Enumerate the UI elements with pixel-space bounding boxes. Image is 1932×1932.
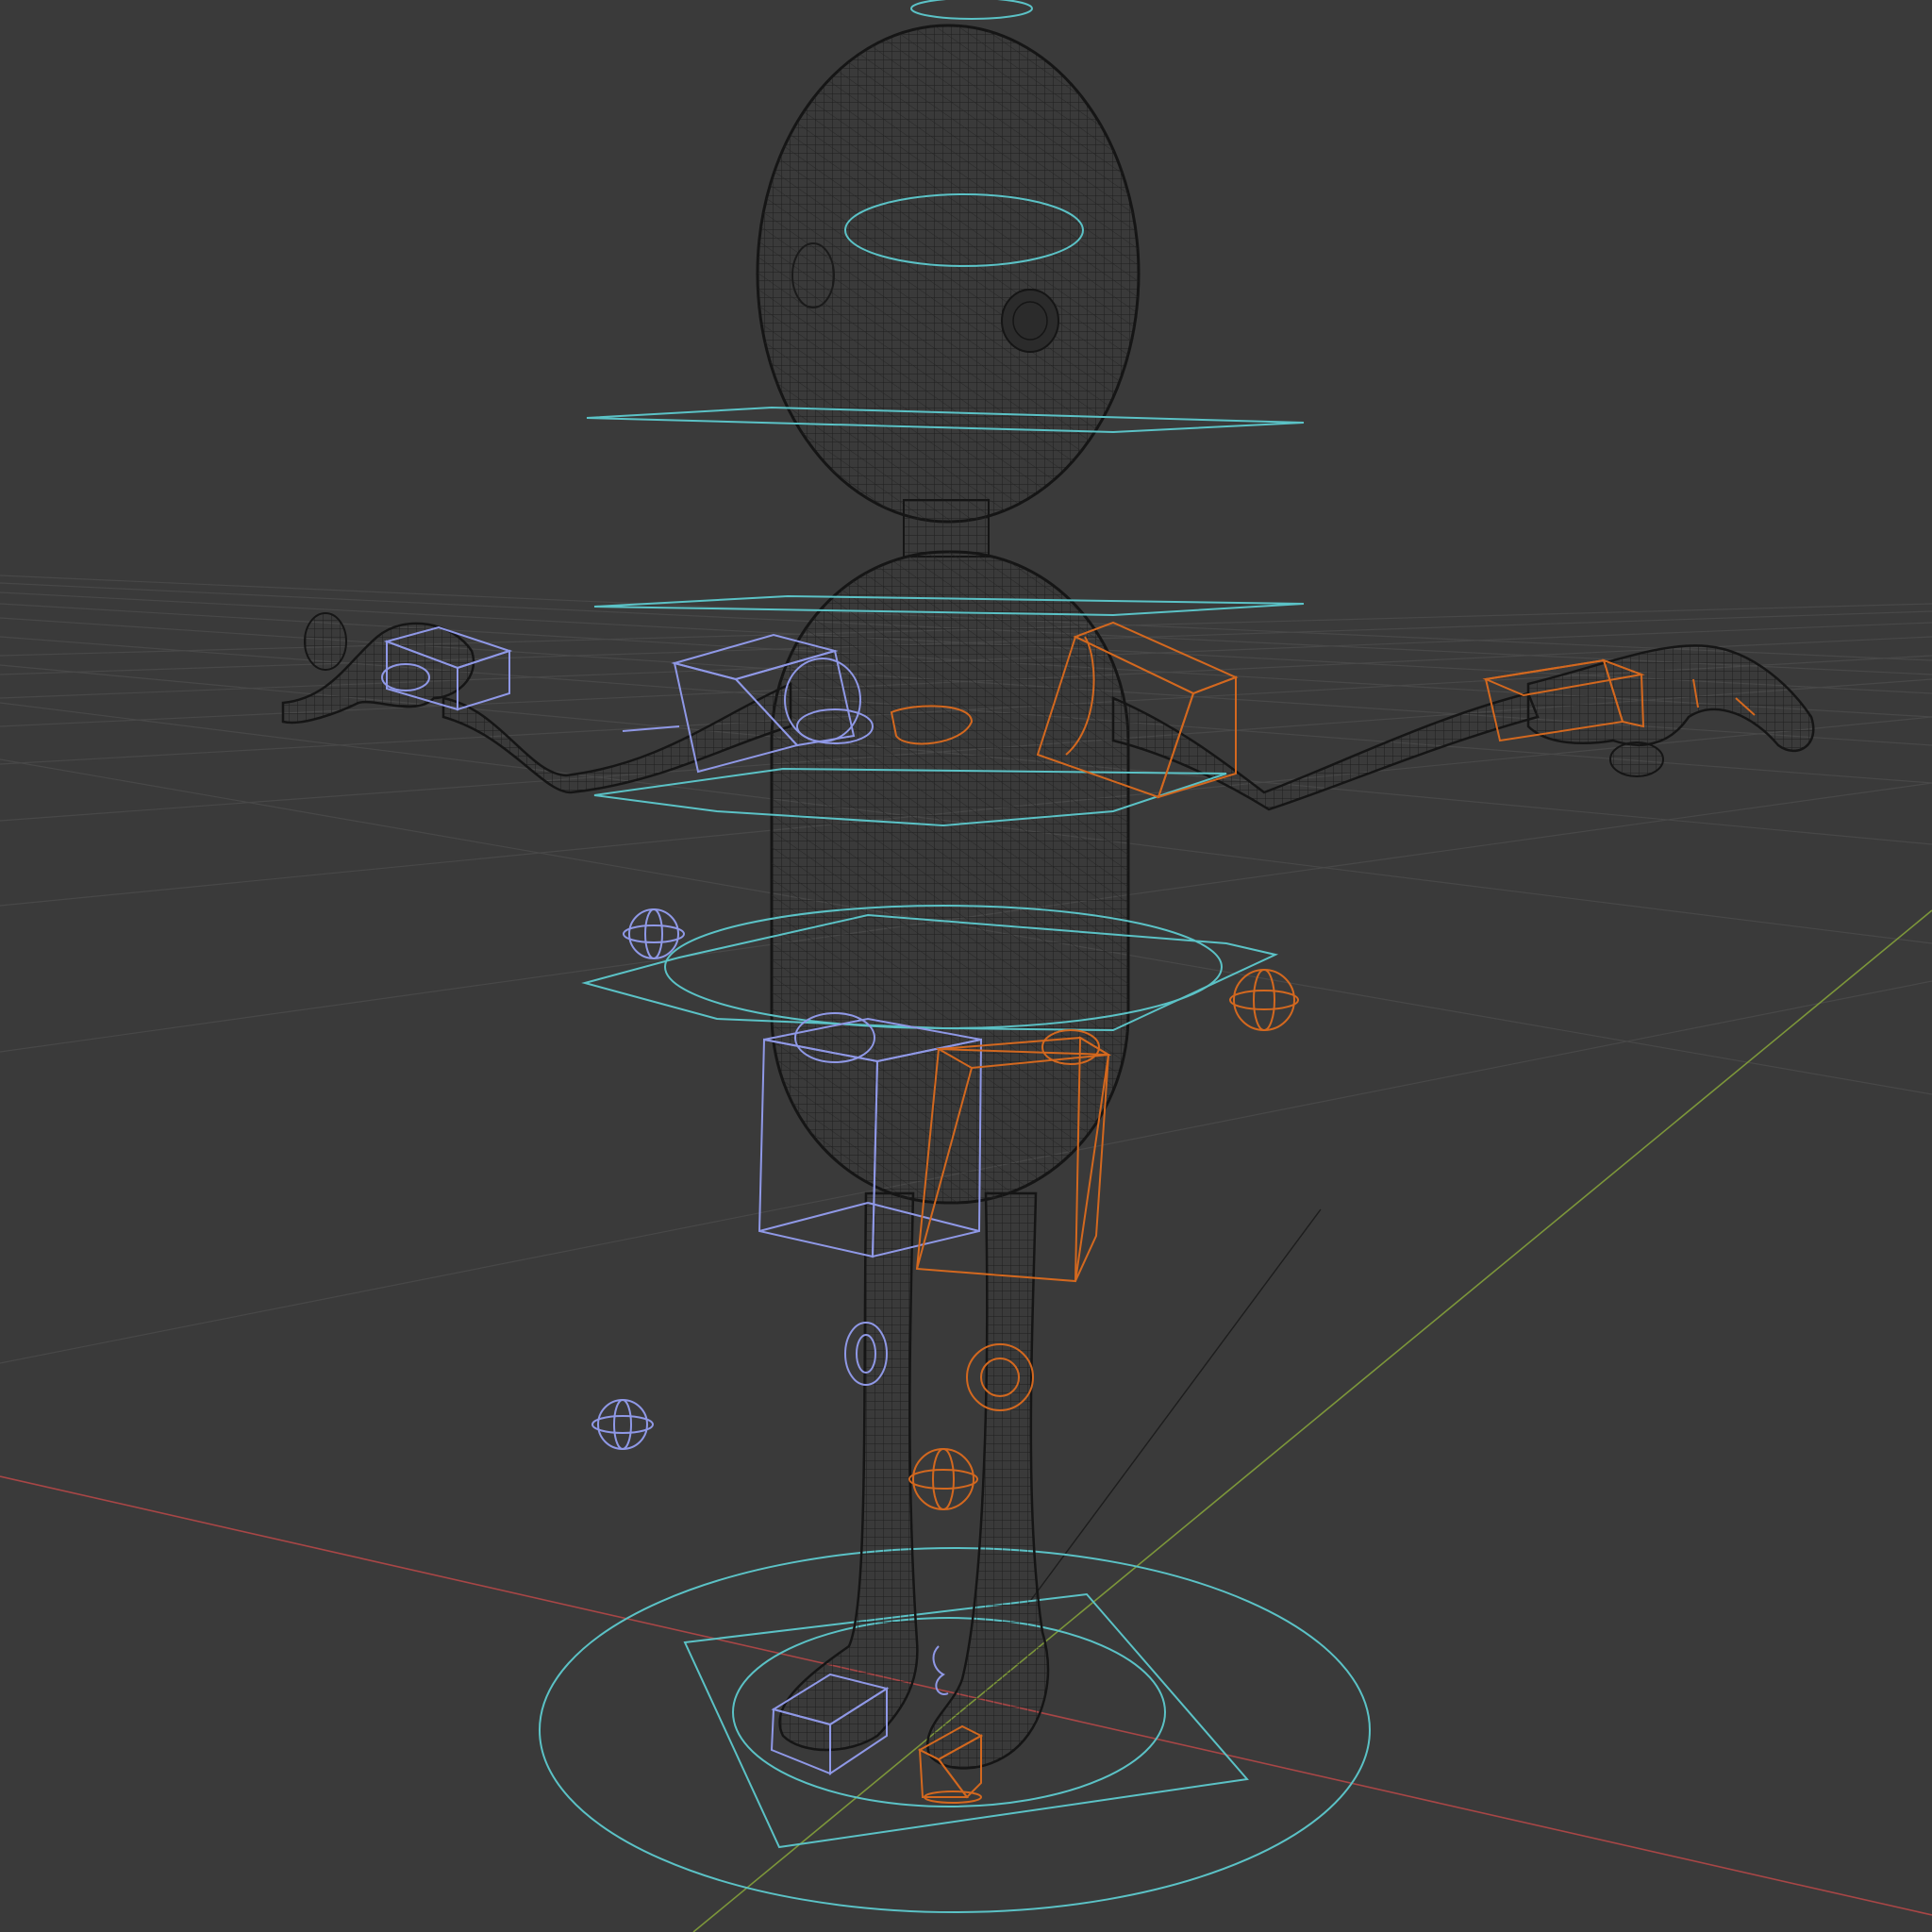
head-mesh-overlay	[758, 25, 1139, 522]
torso-mesh-overlay	[772, 552, 1128, 1203]
3d-viewport[interactable]	[0, 0, 1932, 1932]
left-thumb-mesh	[304, 612, 347, 671]
right-eye-mesh	[1001, 289, 1059, 353]
right-thumb-mesh	[1609, 741, 1664, 777]
neck-mesh	[903, 499, 990, 558]
